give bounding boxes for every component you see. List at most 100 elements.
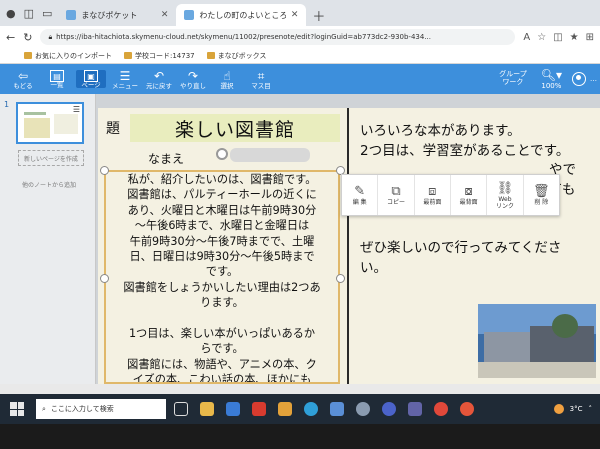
- note-canvas[interactable]: 題 楽しい図書館 なまえ 私が、紹介したいのは、図書館です。 図書館は、パルティー…: [98, 108, 600, 384]
- page-thumbnail[interactable]: ☰: [16, 102, 84, 144]
- text-line: 〜午後6時まで、水曜日と金曜日は: [134, 219, 310, 233]
- tab-close-icon[interactable]: ✕: [291, 10, 299, 20]
- redo-button[interactable]: ↷ やり直し: [178, 69, 208, 90]
- undo-icon: ↶: [153, 68, 165, 83]
- url-field[interactable]: 🔒︎ https://iba-hitachiota.skymenu-cloud.…: [40, 29, 516, 45]
- copy-button[interactable]: ⧉ コピー: [378, 175, 415, 215]
- page-divider: [347, 108, 349, 384]
- text-line: 1つ目は、楽しい本がいっぱいあるか: [128, 327, 316, 341]
- pen-tool-icon[interactable]: [278, 402, 292, 416]
- rotate-handle-icon[interactable]: [216, 148, 228, 160]
- resize-handle-middle-left[interactable]: [100, 274, 109, 283]
- tab-favicon-icon: [184, 10, 195, 20]
- text-line: 私が、紹介したいのは、図書館です。: [127, 173, 317, 186]
- resize-handle-top-left[interactable]: [100, 166, 109, 175]
- collections-icon[interactable]: ◫: [24, 7, 34, 20]
- mail-icon[interactable]: [226, 402, 240, 416]
- teams-icon[interactable]: [408, 402, 422, 416]
- bookmark-manabi-box[interactable]: まなびボックス: [206, 51, 266, 61]
- folder-icon: [206, 52, 215, 59]
- lock-icon: 🔒︎: [48, 32, 53, 41]
- monitor-bezel: [0, 424, 600, 449]
- button-label: 最前面: [423, 199, 442, 207]
- task-view-icon[interactable]: [174, 402, 188, 416]
- workspace: 1 ☰ 新しいページを作成 他のノートから追加 題 楽しい図書館 なまえ 私が、…: [0, 94, 600, 384]
- bookmarks-bar: お気に入りのインポート 学校コード:14737 まなびボックス: [0, 48, 600, 64]
- favorite-star-icon[interactable]: ☆: [537, 32, 546, 43]
- page-list-panel: 1 ☰ 新しいページを作成 他のノートから追加: [0, 94, 96, 384]
- tab-actions-icon[interactable]: ▭: [42, 7, 52, 20]
- redo-icon: ↷: [187, 68, 199, 83]
- button-label: Web リンク: [495, 195, 514, 210]
- title-label: 題: [106, 121, 120, 137]
- app-red-icon[interactable]: [252, 402, 266, 416]
- resize-handle-middle-right[interactable]: [336, 274, 345, 283]
- address-bar: ← ↻ 🔒︎ https://iba-hitachiota.skymenu-cl…: [0, 26, 600, 48]
- back-button[interactable]: ⇦ もどる: [8, 69, 38, 90]
- folder-icon: [24, 52, 32, 59]
- app-gray-icon[interactable]: [356, 402, 370, 416]
- thumbnail-menu-icon[interactable]: ☰: [73, 105, 80, 114]
- trash-icon: 🗑︎: [533, 184, 550, 200]
- delete-button[interactable]: 🗑︎ 削 除: [524, 175, 559, 215]
- profile-icon[interactable]: ●: [6, 7, 16, 20]
- refresh-icon[interactable]: ↻: [23, 31, 32, 44]
- new-tab-icon[interactable]: ＋: [312, 4, 325, 26]
- windows-start-icon[interactable]: [10, 402, 24, 416]
- text-line: 図書館をしょうかいしたい理由は2つあ: [123, 280, 321, 294]
- add-from-other-note-link[interactable]: 他のノートから追加: [22, 180, 76, 189]
- new-page-button[interactable]: 新しいページを作成: [18, 150, 84, 166]
- button-label: マス目: [251, 81, 271, 90]
- edit-button[interactable]: ✎ 編 集: [342, 175, 379, 215]
- bring-to-front-button[interactable]: ⧈ 最前面: [415, 175, 451, 215]
- temperature: 3°C: [569, 405, 583, 413]
- page-number: 1: [4, 100, 10, 109]
- text-line: です。: [205, 265, 239, 279]
- web-link-button[interactable]: ⛓ Web リンク: [487, 175, 524, 215]
- send-to-back-button[interactable]: ⧇ 最背面: [451, 175, 488, 215]
- tray-chevron-icon[interactable]: ˄: [589, 405, 593, 413]
- grid-button[interactable]: ⌗ マス目: [246, 69, 276, 90]
- selected-textbox-left[interactable]: 私が、紹介したいのは、図書館です。 図書館は、パルティーホールの近くに あり、火曜日…: [104, 170, 340, 384]
- app-blue-icon[interactable]: [382, 402, 396, 416]
- tab-manabi-pocket[interactable]: まなびポケット ✕: [58, 4, 176, 26]
- group-work-button[interactable]: グループ ワーク: [499, 70, 527, 86]
- search-icon: ⌕: [42, 404, 46, 413]
- button-label: ページ: [81, 80, 101, 89]
- app-orange-icon[interactable]: [460, 402, 474, 416]
- undo-button[interactable]: ↶ 元に戻す: [144, 69, 174, 90]
- bookmark-school-code[interactable]: 学校コード:14737: [124, 51, 195, 61]
- file-explorer-icon[interactable]: [200, 402, 214, 416]
- taskbar-search-box[interactable]: ⌕ ここに入力して検索: [36, 399, 166, 419]
- select-button[interactable]: ☝ 選択: [212, 69, 242, 90]
- title-textbox[interactable]: 楽しい図書館: [130, 114, 340, 142]
- read-aloud-icon[interactable]: A: [523, 32, 530, 43]
- chrome-icon[interactable]: [434, 402, 448, 416]
- redacted-student-name: [230, 148, 310, 162]
- favorites-icon[interactable]: ★: [570, 32, 579, 43]
- bookmark-import[interactable]: お気に入りのインポート: [24, 51, 112, 61]
- split-screen-icon[interactable]: ◫: [553, 32, 562, 43]
- list-button[interactable]: ▤ 一覧: [42, 69, 72, 89]
- tab-skymenu[interactable]: わたしの町のよいところ - SKYMENU ✕: [176, 4, 307, 26]
- store-icon[interactable]: [330, 402, 344, 416]
- page-button[interactable]: ▣ ページ: [76, 69, 106, 89]
- back-arrow-icon[interactable]: ←: [6, 31, 15, 44]
- send-back-icon: ⧇: [464, 184, 473, 200]
- menu-icon: ☰: [119, 68, 131, 83]
- back-icon: ⇦: [17, 68, 29, 83]
- edge-icon[interactable]: [304, 402, 318, 416]
- library-photo[interactable]: [478, 304, 596, 378]
- collections-icon[interactable]: ⊞: [586, 32, 594, 43]
- user-avatar-icon[interactable]: [572, 72, 586, 86]
- weather-icon[interactable]: [553, 404, 564, 414]
- user-name-cut: …: [590, 75, 597, 83]
- tab-label: まなびポケット: [81, 10, 138, 20]
- button-label: コピー: [386, 199, 405, 207]
- button-label: もどる: [13, 81, 33, 90]
- tab-close-icon[interactable]: ✕: [161, 10, 169, 20]
- zoom-control[interactable]: 🔍︎▾ 100%: [541, 68, 562, 90]
- link-icon: ⛓: [496, 180, 514, 196]
- zoom-level: 100%: [541, 82, 562, 90]
- menu-button[interactable]: ☰ メニュー: [110, 69, 140, 90]
